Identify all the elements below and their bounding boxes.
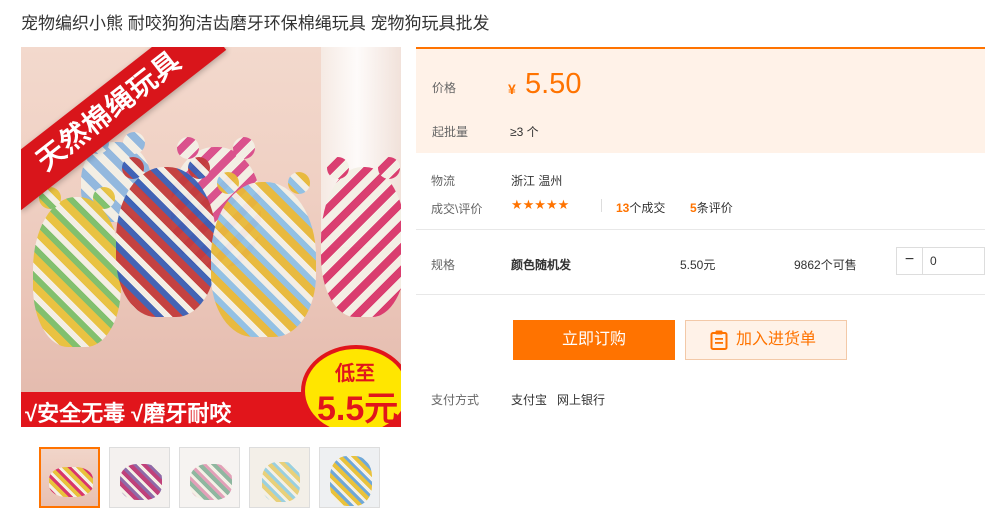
add-to-cart-label: 加入进货单 (736, 331, 817, 348)
thumbnail-image (250, 448, 309, 507)
star-rating: ★★★★★ (511, 197, 570, 212)
spec-label: 规格 (431, 258, 456, 272)
thumbnail-image (41, 449, 98, 506)
thumbnail-4[interactable] (249, 447, 310, 508)
thumbnail-image (110, 448, 169, 507)
price-panel: 价格 ¥ 5.50 起批量 ≥3 个 (416, 47, 985, 153)
moq-label: 起批量 (432, 125, 469, 139)
quantity-stepper: − (896, 247, 985, 275)
bear-toy-red-blue (116, 157, 216, 317)
payment-label: 支付方式 (431, 393, 480, 407)
reviews-suffix: 条评价 (696, 201, 733, 215)
product-title: 宠物编织小熊 耐咬狗狗洁齿磨牙环保棉绳玩具 宠物狗玩具批发 (21, 14, 490, 33)
logistics-value: 浙江 温州 (511, 174, 563, 188)
reviews-label: 成交\评价 (431, 202, 483, 216)
payment-method-bank: 网上银行 (557, 393, 606, 407)
bear-toy-pink (321, 157, 401, 317)
main-product-image: 天然棉绳玩具 √安全无毒 √磨牙耐咬 低至 5.5元 (21, 47, 401, 427)
thumbnail-1[interactable] (39, 447, 100, 508)
divider (601, 199, 602, 212)
price-badge-line2: 5.5元 (317, 390, 399, 427)
deals-suffix: 个成交 (629, 201, 666, 215)
logistics-label: 物流 (431, 174, 456, 188)
moq-value: ≥3 个 (510, 125, 539, 139)
bear-toy-yellow-blue (211, 172, 316, 337)
spec-stock: 9862个可售 (794, 258, 857, 272)
deals-count[interactable]: 13个成交 (616, 199, 665, 216)
quantity-input[interactable] (924, 248, 984, 274)
deals-number: 13 (616, 201, 630, 215)
spec-price: 5.50元 (680, 258, 716, 272)
thumbnail-3[interactable] (179, 447, 240, 508)
thumbnail-image (180, 448, 239, 507)
bear-toy-yellow-green (33, 187, 121, 347)
thumbnail-2[interactable] (109, 447, 170, 508)
bottom-promo-text: √安全无毒 √磨牙耐咬 (25, 401, 232, 426)
add-to-cart-button[interactable]: 加入进货单 (685, 320, 847, 360)
reviews-number: 5 (690, 201, 697, 215)
divider (416, 229, 985, 230)
currency-symbol: ¥ (508, 81, 516, 97)
buy-now-button[interactable]: 立即订购 (513, 320, 675, 360)
price-badge: 低至 5.5元 (301, 345, 401, 427)
reviews-count[interactable]: 5条评价 (690, 199, 733, 216)
decrement-button[interactable]: − (897, 248, 923, 274)
price-label: 价格 (432, 81, 457, 95)
price-value: 5.50 (525, 68, 582, 100)
thumbnail-5[interactable] (319, 447, 380, 508)
clipboard-icon (710, 330, 728, 350)
thumbnail-image (320, 448, 379, 507)
spec-name: 颜色随机发 (511, 258, 572, 272)
payment-method-alipay: 支付宝 (511, 393, 548, 407)
divider (416, 294, 985, 295)
